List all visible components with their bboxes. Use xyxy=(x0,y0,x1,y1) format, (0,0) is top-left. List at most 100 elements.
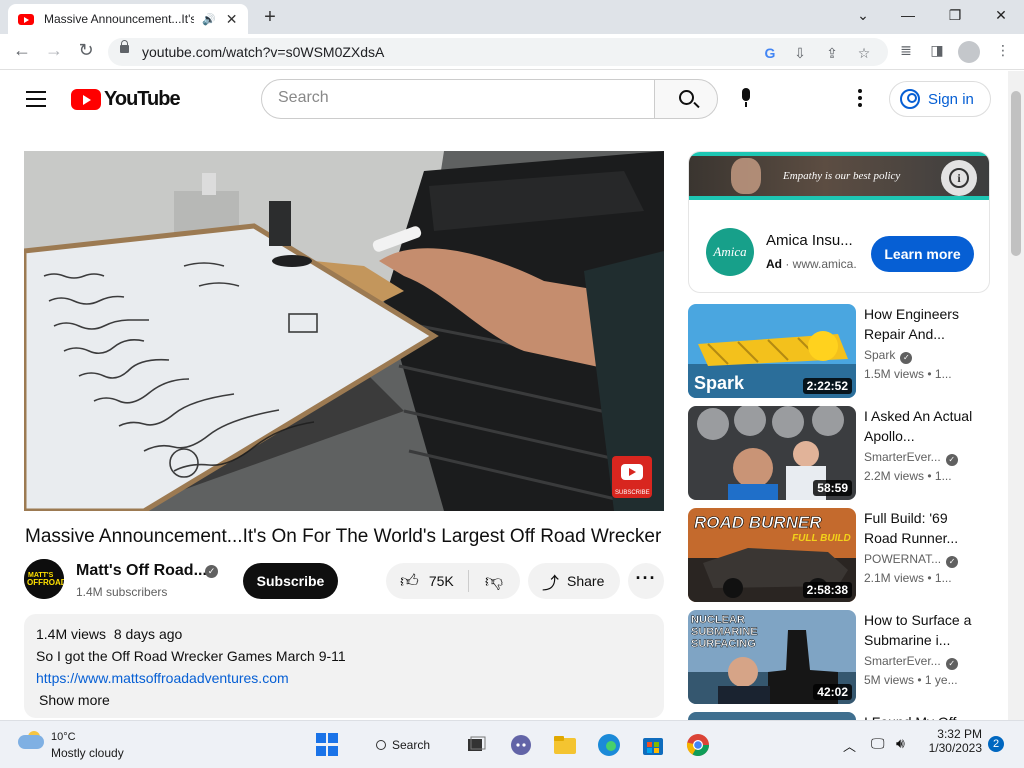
task-view-icon[interactable] xyxy=(466,735,490,759)
chat-teams-icon[interactable] xyxy=(509,733,533,757)
show-hidden-icons-chevron[interactable]: ︿ xyxy=(843,736,867,760)
start-button[interactable] xyxy=(316,733,340,757)
description-box[interactable]: 1.4M views 8 days ago So I got the Off R… xyxy=(24,614,664,718)
youtube-logo[interactable]: YouTube xyxy=(71,88,181,111)
thumbs-down-icon: 👎︎ xyxy=(484,571,504,591)
profile-avatar-icon[interactable] xyxy=(958,41,980,63)
related-stats: 5M views • 1 ye... xyxy=(864,673,958,687)
thumbnail-text-line: NUCLEAR xyxy=(691,614,745,626)
minimize-button[interactable]: — xyxy=(888,4,928,26)
tab-title: Massive Announcement...It's xyxy=(44,12,194,26)
browser-menu-icon[interactable]: ⋮ xyxy=(992,42,1014,59)
lock-icon[interactable] xyxy=(120,40,129,53)
dislike-button[interactable]: 👎︎ xyxy=(470,563,518,599)
share-button[interactable]: ⤴ Share xyxy=(528,563,620,599)
url-text[interactable]: youtube.com/watch?v=s0WSM0ZXdsA xyxy=(142,44,384,60)
related-video[interactable]: ROAD BURNER FULL BUILD 2:58:38 Full Buil… xyxy=(688,508,998,602)
description-link[interactable]: https://www.mattsoffroadadventures.com xyxy=(36,670,652,686)
side-panel-icon[interactable]: ◨ xyxy=(926,42,948,59)
related-video[interactable]: I Found My Off... xyxy=(688,712,998,720)
thumbnail-text: ROAD BURNER xyxy=(694,513,822,532)
share-page-icon[interactable]: ⇪ xyxy=(822,45,842,62)
voice-search-mic-icon[interactable] xyxy=(740,88,752,110)
close-tab-icon[interactable]: ✕ xyxy=(226,11,238,28)
related-video[interactable]: Spark 2:22:52 How Engineers Repair And..… xyxy=(688,304,998,398)
subscribe-button[interactable]: Subscribe xyxy=(243,563,338,599)
more-actions-button[interactable]: ··· xyxy=(628,563,664,599)
related-thumbnail[interactable]: ROAD BURNER FULL BUILD 2:58:38 xyxy=(688,508,856,602)
ad-info-button[interactable]: i xyxy=(941,160,977,196)
related-channel[interactable]: SmarterEver... ✓ xyxy=(864,654,958,670)
related-thumbnail[interactable]: Spark 2:22:52 xyxy=(688,304,856,398)
upload-age: 8 days ago xyxy=(113,626,183,642)
advertiser-name[interactable]: Amica Insu... xyxy=(766,232,853,249)
related-thumbnail[interactable] xyxy=(688,712,856,720)
description-meta: 1.4M views 8 days ago xyxy=(36,626,652,642)
channel-name[interactable]: Matt's Off Road... xyxy=(76,562,207,580)
video-duration: 58:59 xyxy=(813,480,852,496)
install-app-icon[interactable]: ⇩ xyxy=(790,45,810,62)
audio-playing-icon[interactable]: 🔊 xyxy=(202,13,216,26)
bookmark-star-icon[interactable]: ☆ xyxy=(854,45,874,62)
related-title[interactable]: How to Surface a Submarine i... xyxy=(864,610,974,650)
learn-more-button[interactable]: Learn more xyxy=(871,236,974,272)
reload-button[interactable]: ↻ xyxy=(74,40,98,61)
info-icon: i xyxy=(949,168,969,188)
scrollbar-thumb[interactable] xyxy=(1011,91,1021,256)
edge-browser-icon[interactable] xyxy=(597,733,621,757)
related-title[interactable]: How Engineers Repair And... xyxy=(864,304,974,344)
show-more-button[interactable]: Show more xyxy=(39,692,652,708)
related-title[interactable]: Full Build: '69 Road Runner... xyxy=(864,508,974,548)
ad-label: Ad xyxy=(766,257,782,271)
related-thumbnail[interactable]: NUCLEAR SUBMARINE SURFACING 42:02 xyxy=(688,610,856,704)
forward-button[interactable]: → xyxy=(42,40,66,61)
restore-button[interactable]: ❐ xyxy=(935,4,975,26)
sign-in-button[interactable]: Sign in xyxy=(889,81,991,117)
settings-more-icon[interactable] xyxy=(852,89,868,110)
video-duration: 2:58:38 xyxy=(802,582,852,598)
search-input[interactable] xyxy=(278,80,638,116)
thumbnail-subtext: FULL BUILD xyxy=(792,533,851,544)
player-subscribe-watermark[interactable]: SUBSCRIBE xyxy=(615,490,650,496)
menu-hamburger-icon[interactable] xyxy=(26,91,46,107)
close-window-button[interactable]: ✕ xyxy=(981,4,1021,26)
related-channel[interactable]: POWERNAT... ✓ xyxy=(864,552,959,568)
google-translate-icon[interactable]: G xyxy=(760,45,780,61)
volume-icon[interactable]: 🔊︎ xyxy=(896,735,920,759)
related-video[interactable]: NUCLEAR SUBMARINE SURFACING 42:02 How to… xyxy=(688,610,998,704)
notification-badge[interactable]: 2 xyxy=(988,736,1004,752)
browser-tab-active[interactable]: Massive Announcement...It's 🔊 ✕ xyxy=(8,4,248,34)
address-bar[interactable]: youtube.com/watch?v=s0WSM0ZXdsA G ⇩ ⇪ ☆ xyxy=(108,38,888,66)
back-button[interactable]: ← xyxy=(10,40,34,61)
related-stats: 2.2M views • 1... xyxy=(864,469,952,483)
search-box[interactable] xyxy=(261,79,655,119)
related-title[interactable]: I Found My Off... xyxy=(864,712,974,720)
advertiser-logo[interactable]: Amica xyxy=(706,228,754,276)
like-button[interactable]: 👍︎ 75K xyxy=(386,563,468,599)
network-icon[interactable]: 🖵︎ xyxy=(871,735,895,759)
related-thumbnail[interactable]: 58:59 xyxy=(688,406,856,500)
video-title: Massive Announcement...It's On For The W… xyxy=(25,526,662,547)
related-channel[interactable]: Spark ✓ xyxy=(864,348,913,364)
search-icon xyxy=(679,90,694,105)
system-clock[interactable]: 3:32 PM 1/30/2023 xyxy=(922,727,982,755)
page-scrollbar[interactable] xyxy=(1008,71,1024,720)
file-explorer-icon[interactable] xyxy=(553,733,577,757)
youtube-play-logo-icon xyxy=(71,89,101,110)
related-video[interactable]: 58:59 I Asked An Actual Apollo... Smarte… xyxy=(688,406,998,500)
channel-avatar[interactable]: MATT'S OFFROAD xyxy=(24,559,64,599)
media-control-icon[interactable]: ≣ xyxy=(895,42,917,59)
related-channel[interactable]: SmarterEver... ✓ xyxy=(864,450,958,466)
microsoft-store-icon[interactable] xyxy=(641,733,665,757)
search-button[interactable] xyxy=(654,79,718,119)
new-tab-button[interactable]: + xyxy=(258,6,282,29)
taskbar-search[interactable]: Search xyxy=(366,731,446,759)
weather-condition: Mostly cloudy xyxy=(51,746,124,760)
thumbs-up-icon: 👍︎ xyxy=(400,571,419,591)
related-title[interactable]: I Asked An Actual Apollo... xyxy=(864,406,974,446)
video-player[interactable]: SUBSCRIBE xyxy=(24,151,664,511)
ad-card[interactable]: Empathy is our best policy i Amica Amica… xyxy=(688,151,990,293)
chrome-browser-icon[interactable] xyxy=(686,733,710,757)
tab-search-chevron-icon[interactable]: ⌄ xyxy=(843,4,883,26)
share-arrow-icon: ⤴ xyxy=(542,573,559,593)
